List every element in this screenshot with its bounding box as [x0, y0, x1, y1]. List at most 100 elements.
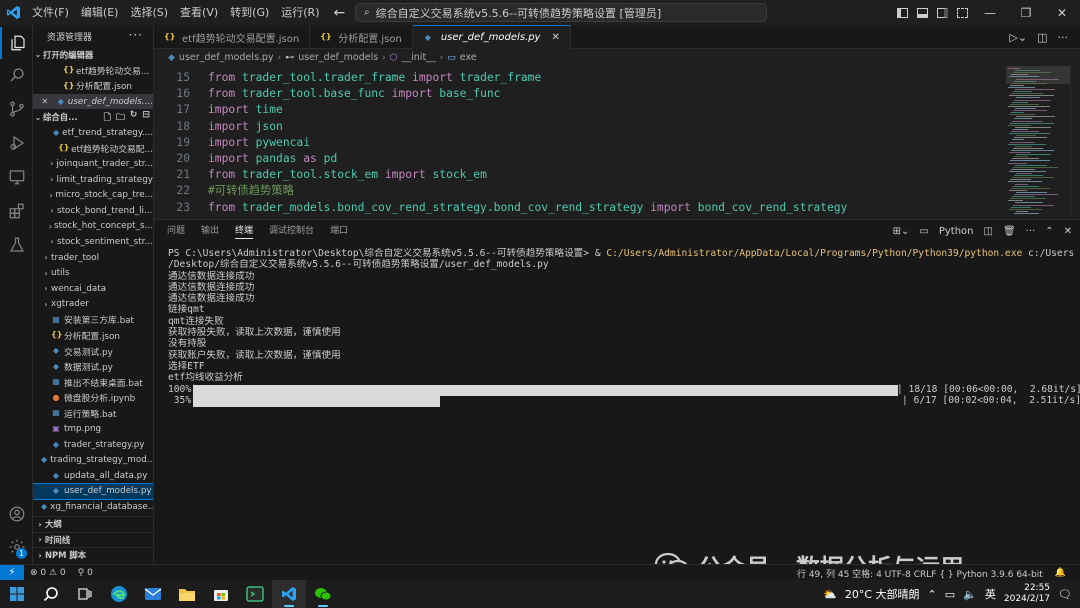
close-tab-icon[interactable]: ✕ — [551, 32, 559, 43]
search-view-icon[interactable] — [0, 59, 33, 91]
edge-browser-icon[interactable] — [102, 580, 136, 608]
panel-tab[interactable]: 端口 — [330, 223, 348, 239]
volume-icon[interactable]: 🔈 — [963, 588, 977, 601]
new-folder-icon[interactable]: 🗀 — [116, 110, 125, 125]
taskbar-search-icon[interactable] — [34, 580, 68, 608]
open-editor-item[interactable]: {} 分析配置.json — [33, 78, 153, 94]
problems-count[interactable]: ⊗ 0 ⚠ 0 — [24, 568, 72, 578]
split-editor-icon[interactable]: ◫ — [1037, 31, 1047, 44]
more-actions-icon[interactable]: ··· — [1026, 226, 1036, 237]
minimize-button[interactable]: — — [972, 0, 1008, 25]
menu-item[interactable]: 编辑(E) — [75, 0, 125, 25]
open-editor-item[interactable]: {} etf趋势轮动交易... — [33, 63, 153, 79]
panel-tab[interactable]: 终端 — [235, 223, 254, 239]
folder-item[interactable]: › stock_hot_concept_s... — [33, 219, 153, 235]
customize-layout-icon[interactable] — [952, 0, 972, 25]
ports-count[interactable]: ⚲ 0 — [72, 568, 99, 578]
menu-item[interactable]: 选择(S) — [124, 0, 174, 25]
minimap-slider[interactable] — [1006, 66, 1070, 84]
input-language[interactable]: 英 — [985, 586, 996, 602]
wechat-taskbar-icon[interactable] — [306, 580, 340, 608]
file-item[interactable]: ◆ 数据测试.py — [33, 359, 153, 375]
file-item[interactable]: ▦ 运行策略.bat — [33, 406, 153, 422]
menu-item[interactable]: 转到(G) — [224, 0, 275, 25]
terminal-output[interactable]: PS C:\Users\Administrator\Desktop\综合自定义交… — [168, 248, 1080, 407]
file-item[interactable]: {} 分析配置.json — [33, 328, 153, 344]
folder-item[interactable]: › trader_tool — [33, 250, 153, 266]
menu-item[interactable]: 运行(R) — [275, 0, 325, 25]
file-item[interactable]: ◆ etf_trend_strategy.... — [33, 125, 153, 141]
file-item[interactable]: ◆ updata_all_data.py — [33, 468, 153, 484]
restore-button[interactable]: ❐ — [1008, 0, 1044, 25]
folder-item[interactable]: › joinquant_trader_str... — [33, 156, 153, 172]
more-actions-icon[interactable]: ··· — [1058, 31, 1069, 44]
manage-gear-icon[interactable]: 1 — [0, 531, 33, 563]
panel-tab[interactable]: 调试控制台 — [269, 223, 314, 239]
explorer-icon[interactable] — [0, 27, 33, 59]
remote-explorer-icon[interactable] — [0, 161, 33, 193]
editor-tab[interactable]: ◆ user_def_models.py ✕ — [412, 25, 571, 49]
editor-tab[interactable]: {} 分析配置.json — [310, 25, 413, 49]
collapse-all-icon[interactable]: ⊟ — [142, 110, 150, 125]
weather-text[interactable]: 20°C 大部晴朗 — [845, 586, 920, 602]
toggle-sidebar-icon[interactable] — [892, 0, 912, 25]
folder-item[interactable]: › xgtrader — [33, 297, 153, 313]
task-view-icon[interactable] — [68, 580, 102, 608]
toggle-panel-icon[interactable] — [912, 0, 932, 25]
panel-tab[interactable]: 问题 — [167, 223, 185, 239]
tray-chevron-icon[interactable]: ⌃ — [928, 588, 937, 601]
source-control-icon[interactable] — [0, 93, 33, 125]
minimap[interactable] — [1006, 66, 1070, 218]
menu-item[interactable]: 查看(V) — [174, 0, 224, 25]
mail-icon[interactable] — [136, 580, 170, 608]
folder-item[interactable]: › utils — [33, 265, 153, 281]
file-item[interactable]: {} etf趋势轮动交易配... — [33, 141, 153, 157]
run-python-icon[interactable]: ▷⌄ — [1009, 31, 1027, 44]
file-item[interactable]: ● 微盘股分析.ipynb — [33, 390, 153, 406]
run-debug-icon[interactable] — [0, 127, 33, 159]
vscode-taskbar-icon[interactable] — [272, 580, 306, 608]
folder-item[interactable]: › stock_bond_trend_li... — [33, 203, 153, 219]
file-explorer-icon[interactable] — [170, 580, 204, 608]
notification-center-icon[interactable]: 🗨 — [1058, 588, 1072, 601]
breadcrumb-item[interactable]: exe — [460, 52, 477, 63]
account-icon[interactable] — [0, 498, 33, 530]
new-file-icon[interactable]: 🗋 — [104, 110, 111, 125]
editor-tab[interactable]: {} etf趋势轮动交易配置.json — [154, 25, 311, 49]
folder-item[interactable]: › wencai_data — [33, 281, 153, 297]
testing-flask-icon[interactable] — [0, 229, 33, 261]
weather-icon[interactable]: ⛅ — [823, 588, 837, 601]
file-item[interactable]: ◆ 交易测试.py — [33, 343, 153, 359]
file-item[interactable]: ◆ trading_strategy_mod... — [33, 452, 153, 468]
file-item[interactable]: ▦ 安装第三方库.bat — [33, 312, 153, 328]
store-icon[interactable] — [204, 580, 238, 608]
code-editor[interactable]: ▬▬▬ ▬▬▬▬▬▬▬▬▬▬▬▬ ▬▬▬▬▬▬▬▬▬▬ 15 from trade… — [154, 66, 1006, 218]
sidebar-section[interactable]: › 大纲 — [33, 516, 153, 532]
open-editors-section[interactable]: ⌄ 打开的编辑器 — [33, 47, 153, 63]
notifications-bell-icon[interactable]: 🔔 — [1049, 568, 1072, 578]
new-terminal-icon[interactable]: ⊞⌄ — [893, 226, 910, 237]
sidebar-section[interactable]: › NPM 脚本 — [33, 547, 153, 563]
file-item[interactable]: ▦ 推出不结束桌面.bat — [33, 374, 153, 390]
back-arrow-icon[interactable]: ← — [334, 5, 346, 21]
command-center-search[interactable]: ⌕ 综合自定义交易系统v5.5.6--可转债趋势策略设置 [管理员] — [355, 3, 767, 22]
clock[interactable]: 22:55 2024/2/17 — [1004, 583, 1050, 605]
maximize-panel-icon[interactable]: ⌃ — [1045, 226, 1053, 237]
close-icon[interactable]: ✕ — [33, 97, 57, 106]
folder-item[interactable]: › limit_trading_strategy — [33, 172, 153, 188]
project-section[interactable]: ⌄ 综合自... 🗋 🗀 ↻ ⊟ — [33, 109, 153, 125]
file-item[interactable]: ◆ user_def_models.py — [33, 482, 153, 501]
editor-status[interactable]: 行 49, 列 45 空格: 4 UTF-8 CRLF { } Python 3… — [791, 567, 1049, 580]
python-terminal-icon[interactable]: ▭ — [919, 226, 928, 237]
start-windows-icon[interactable] — [0, 580, 34, 608]
more-actions-icon[interactable]: ··· — [129, 28, 143, 42]
breadcrumb-item[interactable]: __init__ — [402, 52, 436, 63]
menu-item[interactable]: 文件(F) — [26, 0, 75, 25]
breadcrumb-item[interactable]: user_def_models — [298, 52, 378, 63]
terminal-app-icon[interactable] — [238, 580, 272, 608]
close-panel-icon[interactable]: ✕ — [1064, 226, 1072, 237]
close-window-button[interactable]: ✕ — [1044, 0, 1080, 25]
folder-item[interactable]: › stock_sentiment_str... — [33, 234, 153, 250]
kill-terminal-icon[interactable]: 🗑 — [1003, 226, 1016, 237]
editor-scrollbar[interactable] — [1070, 66, 1080, 218]
